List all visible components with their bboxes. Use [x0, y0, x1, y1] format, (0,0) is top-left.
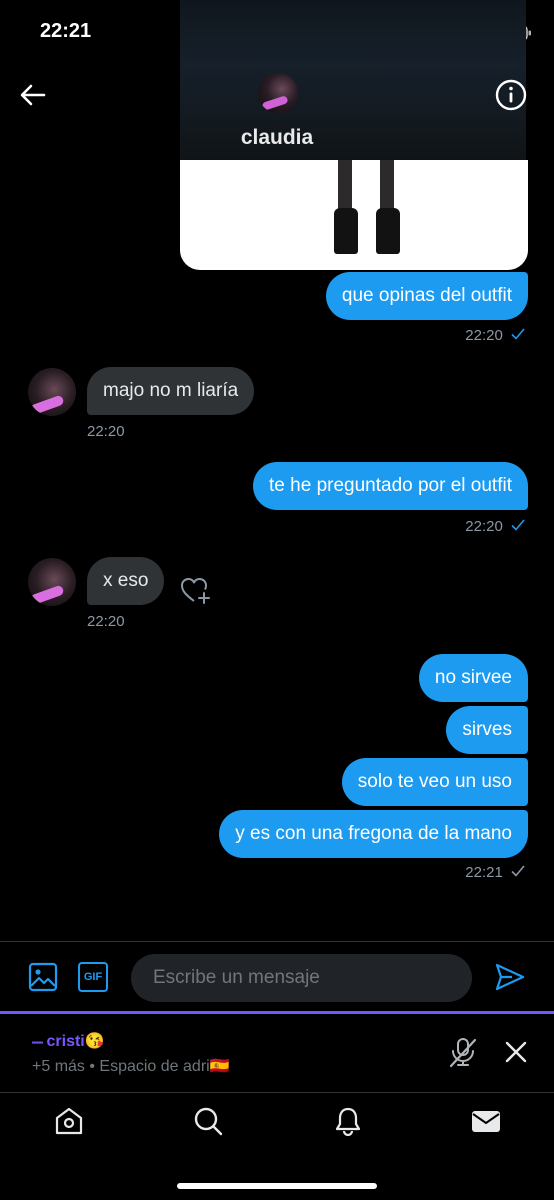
message-bubble-sent[interactable]: y es con una fregona de la mano [219, 810, 528, 858]
heart-add-icon[interactable] [180, 576, 212, 606]
message-input[interactable]: Escribe un mensaje [131, 954, 472, 1002]
home-indicator [177, 1183, 377, 1189]
send-icon[interactable] [494, 962, 526, 992]
timestamp-text: 22:20 [465, 327, 503, 344]
message-input-placeholder: Escribe un mensaje [153, 967, 320, 988]
mic-off-icon[interactable] [448, 1036, 478, 1068]
audio-wave-icon: ┉┉ [32, 1038, 43, 1049]
gif-icon[interactable]: GIF [78, 962, 108, 992]
photo-boot-right [376, 208, 400, 254]
search-icon[interactable] [193, 1106, 223, 1136]
timestamp-text: 22:20 [465, 518, 503, 535]
check-icon [511, 519, 525, 531]
image-icon[interactable] [28, 962, 58, 992]
outfit-photo-message[interactable] [180, 160, 528, 270]
message-composer: GIF Escribe un mensaje [0, 941, 554, 1014]
sender-avatar[interactable] [28, 368, 76, 416]
info-icon[interactable] [494, 78, 528, 112]
close-icon[interactable] [504, 1040, 528, 1064]
photo-boot-left [334, 208, 358, 254]
message-timestamp: 22:20 [87, 423, 125, 440]
contact-avatar[interactable] [258, 73, 298, 113]
message-bubble-received[interactable]: majo no m liaría [87, 367, 255, 415]
home-icon[interactable] [54, 1106, 84, 1136]
status-time: 22:21 [40, 20, 92, 42]
message-timestamp: 22:20 [465, 518, 525, 535]
back-arrow-icon[interactable] [18, 80, 48, 110]
check-icon [511, 328, 525, 340]
mail-icon[interactable] [471, 1106, 501, 1136]
message-bubble-sent[interactable]: no sirvee [418, 654, 528, 702]
message-timestamp: 22:20 [465, 327, 525, 344]
spaces-host-emoji: 😘 [84, 1033, 105, 1050]
message-timestamp: 22:20 [87, 613, 125, 630]
check-icon [511, 865, 525, 877]
spaces-bar[interactable]: ┉┉ cristi😘 +5 más • Espacio de adri🇪🇸 [0, 1011, 554, 1093]
spaces-host-name: cristi [46, 1033, 85, 1050]
spaces-subtitle-text: +5 más • Espacio de adri [32, 1058, 210, 1075]
message-bubble-sent[interactable]: solo te veo un uso [341, 758, 528, 806]
message-timestamp: 22:21 [465, 864, 525, 881]
bell-icon[interactable] [333, 1106, 363, 1136]
gif-label: GIF [83, 971, 103, 983]
message-bubble-sent[interactable]: que opinas del outfit [325, 272, 528, 320]
spaces-subtitle-emoji: 🇪🇸 [209, 1058, 230, 1075]
sender-avatar[interactable] [28, 558, 76, 606]
message-bubble-sent[interactable]: te he preguntado por el outfit [253, 462, 528, 510]
timestamp-text: 22:21 [465, 864, 503, 881]
spaces-subtitle: +5 más • Espacio de adri🇪🇸 [32, 1056, 230, 1076]
message-bubble-sent[interactable]: sirves [446, 706, 528, 754]
message-bubble-received[interactable]: x eso [87, 557, 165, 605]
contact-name[interactable]: claudia [0, 126, 554, 150]
spaces-host: ┉┉ cristi😘 [32, 1031, 105, 1051]
